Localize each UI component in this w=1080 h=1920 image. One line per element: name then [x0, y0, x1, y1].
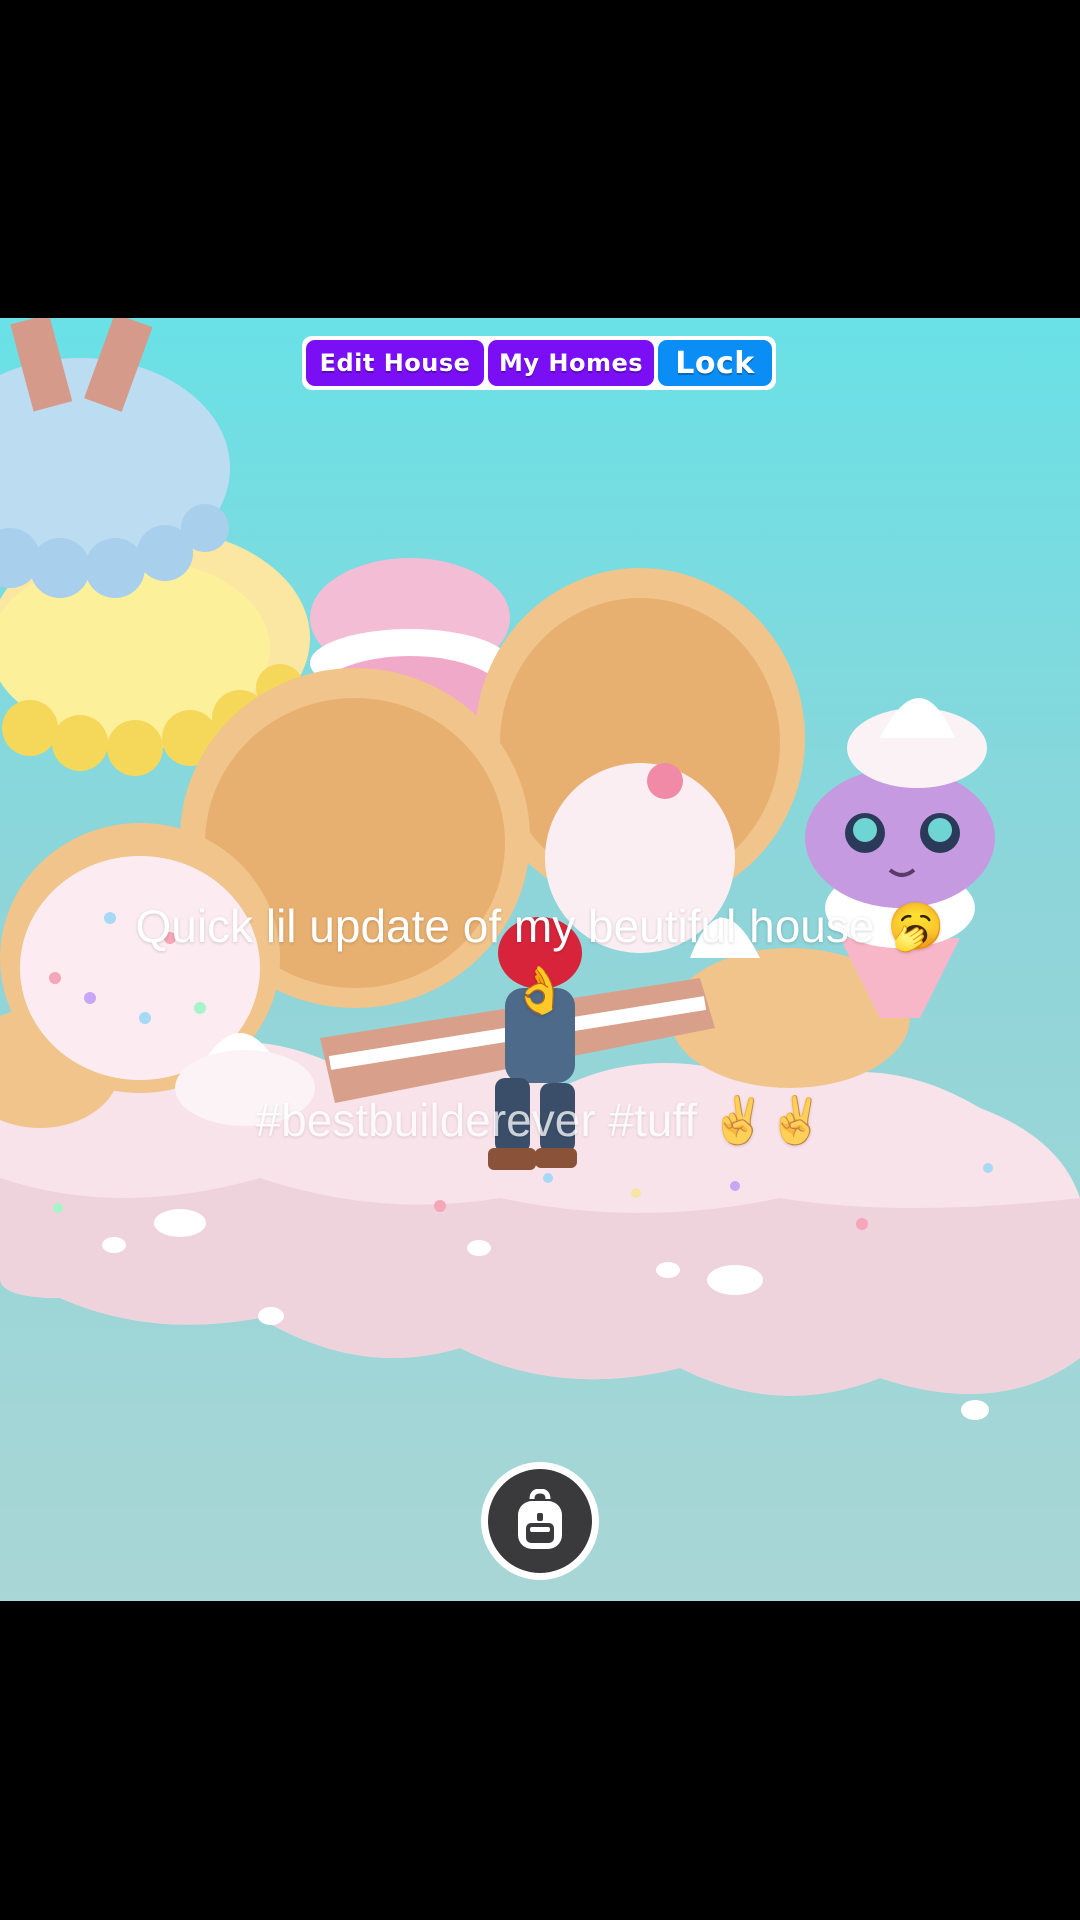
video-hashtags: #bestbuilderever #tuff ✌️✌️ — [120, 1088, 960, 1152]
lock-button[interactable]: Lock — [658, 340, 772, 386]
video-caption: Quick lil update of my beutiful house 🥱👌 — [120, 894, 960, 1022]
backpack-button[interactable] — [481, 1462, 599, 1580]
caption-line-2: #bestbuilderever #tuff — [255, 1094, 698, 1146]
backpack-icon — [518, 1489, 562, 1549]
house-toolbar: Edit House My Homes Lock — [302, 336, 776, 390]
edit-house-button[interactable]: Edit House — [306, 340, 484, 386]
caption-line-1: Quick lil update of my beutiful house — [135, 900, 875, 952]
my-homes-button[interactable]: My Homes — [488, 340, 654, 386]
caption-emoji-2: ✌️✌️ — [709, 1094, 825, 1146]
backpack-button-face — [488, 1469, 592, 1573]
video-frame: Edit House My Homes Lock Quick lil updat… — [0, 0, 1080, 1920]
